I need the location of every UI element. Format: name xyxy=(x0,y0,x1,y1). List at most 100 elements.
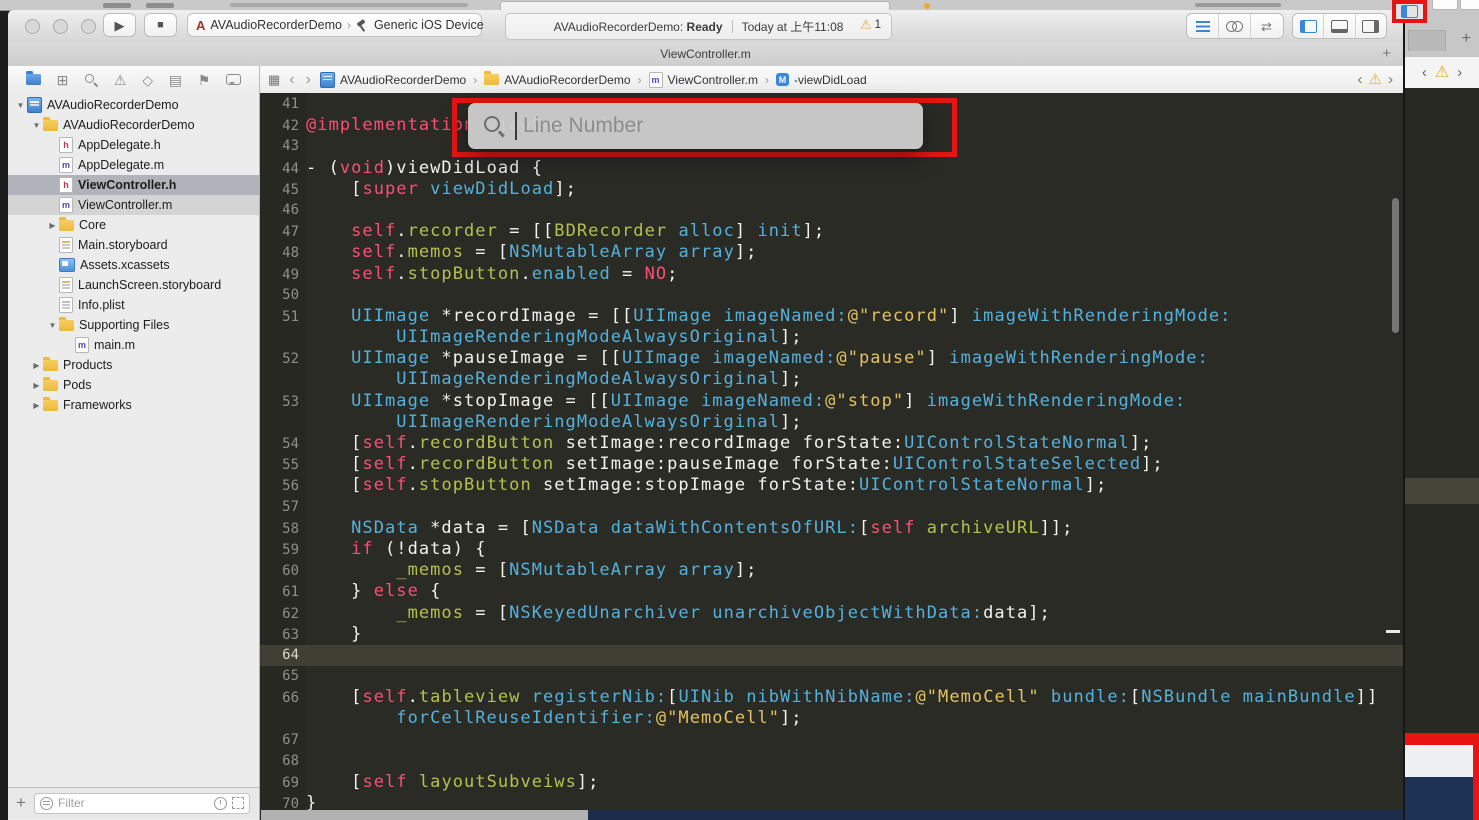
code-line[interactable]: 55 [self.recordButton setImage:pauseImag… xyxy=(260,454,1403,475)
sidebar-item-assets-xcassets[interactable]: Assets.xcassets xyxy=(8,255,259,275)
scheme-selector[interactable]: A AVAudioRecorderDemo › Generic iOS Devi… xyxy=(187,13,482,37)
sidebar-item-avaudiorecorderdemo[interactable]: ▼ AVAudioRecorderDemo xyxy=(8,95,259,115)
sidebar-item-main-m[interactable]: mmain.m xyxy=(8,335,259,355)
code-line[interactable]: 68 xyxy=(260,751,1403,772)
test-navigator-icon[interactable]: ◇ xyxy=(142,73,153,87)
scm-status-icon[interactable] xyxy=(232,797,244,809)
code-line[interactable]: 50 xyxy=(260,285,1403,306)
code-line[interactable]: 48 self.memos = [NSMutableArray array]; xyxy=(260,242,1403,263)
project-navigator-icon[interactable] xyxy=(26,74,41,85)
code-text: UIImage *recordImage = [[UIImage imageNa… xyxy=(306,306,1231,327)
disclosure-triangle-icon[interactable]: ▼ xyxy=(30,121,43,130)
code-line[interactable]: 51 UIImage *recordImage = [[UIImage imag… xyxy=(260,306,1403,327)
sidebar-item-label: AVAudioRecorderDemo xyxy=(47,98,179,112)
standard-editor-button[interactable] xyxy=(1187,14,1218,38)
line-number: 60 xyxy=(260,561,306,582)
zoom-window-button[interactable] xyxy=(81,19,96,34)
editor-horizontal-scrollbar[interactable] xyxy=(261,810,588,820)
implementation-file-icon: m xyxy=(59,157,73,173)
minimize-window-button[interactable] xyxy=(53,19,68,34)
code-line[interactable]: 60 _memos = [NSMutableArray array]; xyxy=(260,560,1403,581)
breadcrumb-item[interactable]: AVAudioRecorderDemo xyxy=(320,72,466,88)
sidebar-item-products[interactable]: ▶Products xyxy=(8,355,259,375)
disclosure-triangle-icon[interactable]: ▼ xyxy=(46,321,59,330)
utilities-panel-button[interactable] xyxy=(1355,14,1386,38)
code-line[interactable]: 53 UIImage *stopImage = [[UIImage imageN… xyxy=(260,391,1403,412)
assistant-editor-button[interactable] xyxy=(1218,14,1250,38)
previous-issue-button[interactable]: ‹ xyxy=(1358,71,1363,88)
report-navigator-icon[interactable] xyxy=(226,74,241,85)
code-line[interactable]: 47 self.recorder = [[BDRecorder alloc] i… xyxy=(260,221,1403,242)
line-number-input[interactable]: Line Number xyxy=(523,103,643,149)
tab-bar[interactable]: ViewController.m + xyxy=(8,42,1403,67)
tab-viewcontroller-m[interactable]: ViewController.m xyxy=(8,42,1403,66)
code-line[interactable]: 63 } xyxy=(260,624,1403,645)
disclosure-triangle-icon[interactable]: ▼ xyxy=(14,101,27,110)
version-editor-button[interactable]: ⇄ xyxy=(1250,14,1282,38)
symbol-navigator-icon[interactable]: ⊞ xyxy=(57,73,69,87)
warning-badge[interactable]: ⚠ 1 xyxy=(860,18,881,31)
close-window-button[interactable] xyxy=(25,19,40,34)
code-editor[interactable]: 4142@implementation ViewController4344- … xyxy=(260,93,1403,820)
code-line-current[interactable]: 64 xyxy=(260,645,1403,666)
add-tab-button[interactable]: + xyxy=(1382,42,1391,65)
breakpoint-navigator-icon[interactable]: ⚑ xyxy=(198,73,211,87)
sidebar-item-supporting-files[interactable]: ▼Supporting Files xyxy=(8,315,259,335)
disclosure-triangle-icon[interactable]: ▶ xyxy=(30,401,43,410)
breadcrumb-item[interactable]: M-viewDidLoad xyxy=(776,73,867,87)
code-line[interactable]: UIImageRenderingModeAlwaysOriginal]; xyxy=(260,369,1403,390)
code-line[interactable]: 65 xyxy=(260,666,1403,687)
sidebar-item-pods[interactable]: ▶Pods xyxy=(8,375,259,395)
sidebar-item-appdelegate-h[interactable]: hAppDelegate.h xyxy=(8,135,259,155)
navigator-panel-button[interactable] xyxy=(1293,14,1323,38)
related-items-icon[interactable]: ▦ xyxy=(268,72,280,88)
open-quickly-panel[interactable]: Line Number xyxy=(468,103,923,149)
code-line[interactable]: 66 [self.tableview registerNib:[UINib ni… xyxy=(260,687,1403,708)
code-line[interactable]: 57 xyxy=(260,497,1403,518)
sidebar-item-info-plist[interactable]: Info.plist xyxy=(8,295,259,315)
debug-navigator-icon[interactable]: ▤ xyxy=(169,73,182,87)
breadcrumb-item[interactable]: AVAudioRecorderDemo xyxy=(484,73,630,87)
sidebar-item-main-storyboard[interactable]: Main.storyboard xyxy=(8,235,259,255)
sidebar-item-avaudiorecorderdemo[interactable]: ▼AVAudioRecorderDemo xyxy=(8,115,259,135)
sidebar-item-frameworks[interactable]: ▶Frameworks xyxy=(8,395,259,415)
code-line[interactable]: 45 [super viewDidLoad]; xyxy=(260,179,1403,200)
debug-area-button[interactable] xyxy=(1323,14,1354,38)
sidebar-item-core[interactable]: ▶Core xyxy=(8,215,259,235)
disclosure-triangle-icon[interactable]: ▶ xyxy=(30,381,43,390)
code-line[interactable]: 59 if (!data) { xyxy=(260,539,1403,560)
disclosure-triangle-icon[interactable]: ▶ xyxy=(46,221,59,230)
code-line[interactable]: forCellReuseIdentifier:@"MemoCell"]; xyxy=(260,708,1403,729)
code-line[interactable]: UIImageRenderingModeAlwaysOriginal]; xyxy=(260,412,1403,433)
back-button[interactable]: ‹ xyxy=(287,72,296,88)
recent-files-icon[interactable] xyxy=(214,797,227,810)
sidebar-item-launchscreen-storyboard[interactable]: LaunchScreen.storyboard xyxy=(8,275,259,295)
stop-button[interactable]: ■ xyxy=(144,13,177,37)
breadcrumb-item[interactable]: mViewController.m xyxy=(649,72,758,88)
find-navigator-icon[interactable] xyxy=(84,73,98,87)
add-button[interactable]: + xyxy=(8,793,34,813)
sidebar-item-viewcontroller-m[interactable]: mViewController.m xyxy=(8,195,259,215)
disclosure-triangle-icon[interactable]: ▶ xyxy=(30,361,43,370)
breadcrumb-separator: › xyxy=(638,73,642,87)
next-issue-button[interactable]: › xyxy=(1388,71,1393,88)
code-line[interactable]: 67 xyxy=(260,730,1403,751)
code-line[interactable]: 61 } else { xyxy=(260,581,1403,602)
code-line[interactable]: 52 UIImage *pauseImage = [[UIImage image… xyxy=(260,348,1403,369)
editor-vertical-scrollbar[interactable] xyxy=(1392,198,1399,333)
code-line[interactable]: 46 xyxy=(260,200,1403,221)
sidebar-item-appdelegate-m[interactable]: mAppDelegate.m xyxy=(8,155,259,175)
code-line[interactable]: 54 [self.recordButton setImage:recordIma… xyxy=(260,433,1403,454)
code-line[interactable]: 56 [self.stopButton setImage:stopImage f… xyxy=(260,475,1403,496)
forward-button[interactable]: › xyxy=(304,72,313,88)
filter-field[interactable]: Filter xyxy=(34,793,250,814)
code-line[interactable]: 49 self.stopButton.enabled = NO; xyxy=(260,264,1403,285)
code-line[interactable]: 58 NSData *data = [NSData dataWithConten… xyxy=(260,518,1403,539)
code-line[interactable]: UIImageRenderingModeAlwaysOriginal]; xyxy=(260,327,1403,348)
code-line[interactable]: 69 [self layoutSubveiws]; xyxy=(260,772,1403,793)
run-button[interactable]: ▶ xyxy=(103,13,136,37)
code-line[interactable]: 44- (void)viewDidLoad { xyxy=(260,158,1403,179)
issue-navigator-icon[interactable]: ⚠ xyxy=(114,73,127,87)
code-line[interactable]: 62 _memos = [NSKeyedUnarchiver unarchive… xyxy=(260,603,1403,624)
sidebar-item-viewcontroller-h[interactable]: hViewController.h xyxy=(8,175,259,195)
